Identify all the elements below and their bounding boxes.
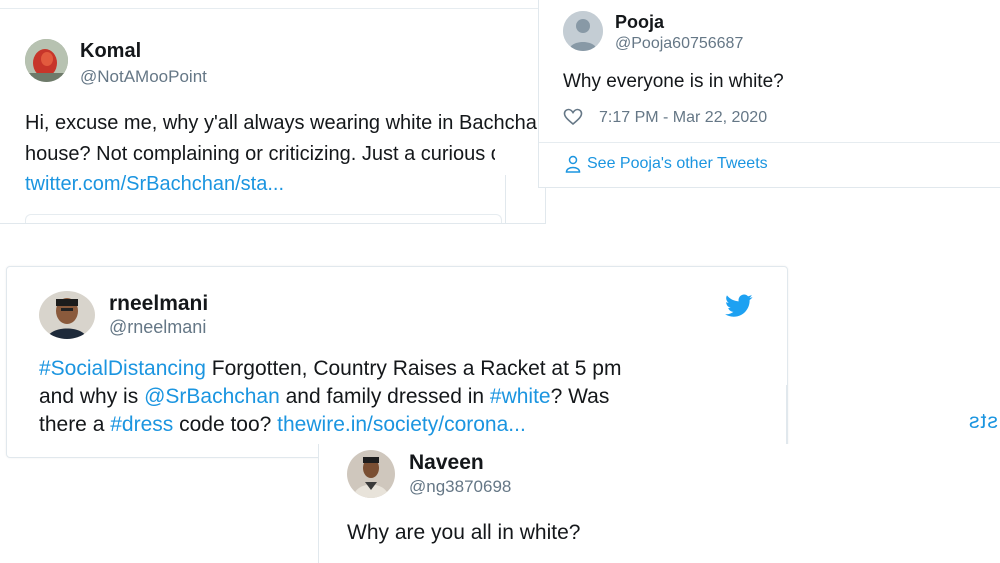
other-tweets-link[interactable]: See Pooja's other Tweets — [587, 155, 768, 173]
mention[interactable]: @SrBachchan — [144, 385, 280, 408]
tweet-link[interactable]: thewire.in/society/corona... — [277, 413, 526, 436]
hashtag[interactable]: #white — [490, 385, 551, 408]
tweet-card-komal: Komal @NotAMooPoint Hi, excuse me, why y… — [0, 8, 546, 224]
heart-icon[interactable] — [563, 108, 583, 131]
author-name[interactable]: Naveen — [409, 451, 484, 475]
partial-text: sts — [968, 410, 998, 433]
timestamp[interactable]: 7:17 PM - Mar 22, 2020 — [599, 109, 767, 127]
avatar[interactable] — [563, 11, 603, 51]
text-segment: ? Was — [550, 385, 610, 408]
person-icon — [565, 155, 581, 178]
divider — [786, 385, 787, 445]
text-segment: there a — [39, 413, 111, 436]
divider — [539, 142, 1000, 143]
quoted-tweet-frame — [25, 214, 502, 223]
tweet-text: Why are you all in white? — [347, 521, 581, 544]
author-handle[interactable]: @Pooja60756687 — [615, 35, 743, 53]
text-segment: code too? — [173, 413, 278, 436]
avatar[interactable] — [25, 39, 68, 82]
avatar[interactable] — [39, 291, 95, 339]
author-name[interactable]: Pooja — [615, 12, 664, 33]
text-segment: and why is — [39, 385, 145, 408]
tweet-link[interactable]: twitter.com/SrBachchan/sta... — [25, 173, 284, 196]
tweet-text-line: house? Not complaining or criticizing. J… — [25, 143, 495, 165]
tweet-card-naveen: Naveen @ng3870698 Why are you all in whi… — [318, 444, 1000, 563]
avatar[interactable] — [347, 450, 395, 498]
author-handle[interactable]: @ng3870698 — [409, 477, 511, 497]
tweet-text: Why everyone is in white? — [563, 71, 784, 92]
tweet-text-line: there a #dress code too? thewire.in/soci… — [39, 413, 526, 437]
tweet-text-line: and why is @SrBachchan and family dresse… — [39, 385, 609, 409]
tweet-card-rneelmani: rneelmani @rneelmani #SocialDistancing F… — [6, 266, 788, 458]
hashtag[interactable]: #SocialDistancing — [39, 357, 206, 380]
text-segment: and family dressed in — [279, 385, 490, 408]
tweet-text-line: Hi, excuse me, why y'all always wearing … — [25, 112, 546, 134]
author-name[interactable]: Komal — [80, 40, 141, 63]
divider — [505, 175, 506, 223]
author-handle[interactable]: @NotAMooPoint — [80, 67, 207, 87]
tweet-card-pooja: Pooja @Pooja60756687 Why everyone is in … — [538, 0, 1000, 188]
twitter-bird-icon[interactable] — [725, 294, 753, 323]
author-name[interactable]: rneelmani — [109, 292, 208, 316]
hashtag[interactable]: #dress — [110, 413, 173, 436]
tweet-text-line: #SocialDistancing Forgotten, Country Rai… — [39, 357, 621, 381]
text-segment: Forgotten, Country Raises a Racket at 5 … — [205, 357, 622, 380]
author-handle[interactable]: @rneelmani — [109, 317, 206, 338]
